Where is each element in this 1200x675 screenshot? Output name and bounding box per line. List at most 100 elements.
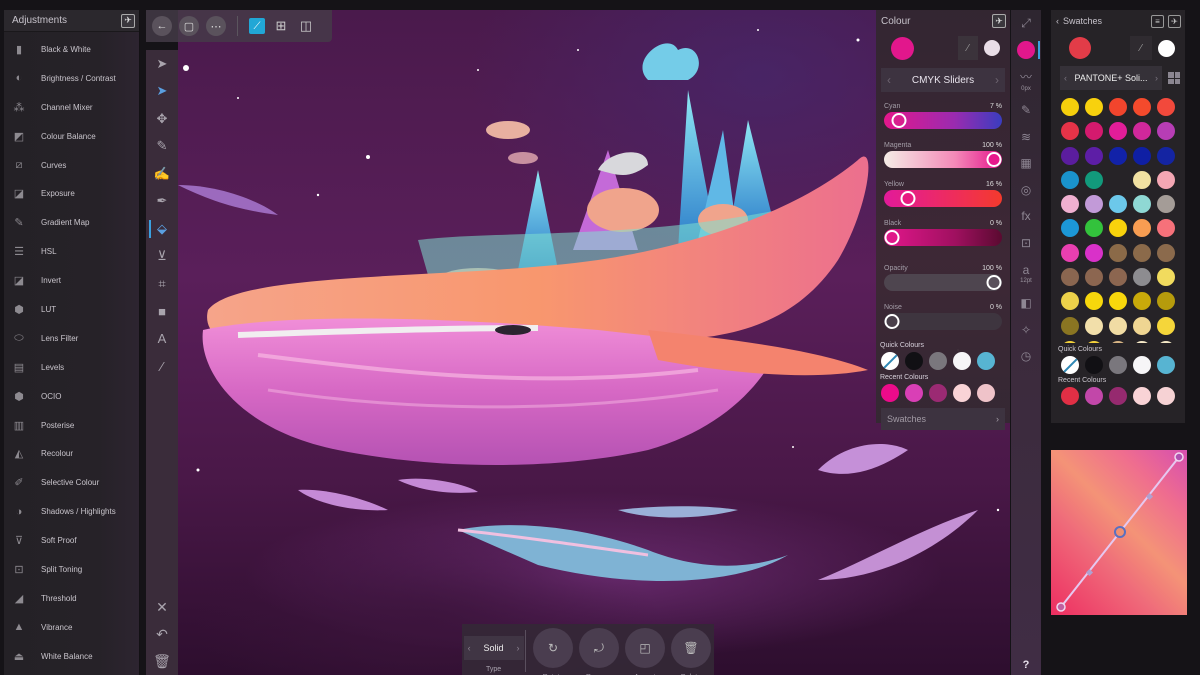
adjustment-item-black-white[interactable]: ▮ Black & White — [4, 35, 139, 64]
studio-colour-button[interactable] — [1011, 37, 1041, 64]
quick-colour-swatch[interactable] — [1085, 356, 1103, 374]
more-button[interactable]: ⋯ — [206, 16, 226, 36]
black-slider-handle[interactable] — [884, 230, 900, 245]
palette-swatch[interactable] — [1157, 98, 1175, 116]
brush-tool[interactable]: ✎ — [146, 133, 178, 161]
palette-swatch[interactable] — [1157, 316, 1175, 335]
studio-effects-button[interactable]: fx — [1011, 203, 1041, 230]
palette-swatch[interactable] — [1133, 98, 1151, 116]
palette-swatch[interactable] — [1085, 243, 1103, 262]
palette-swatch[interactable] — [1133, 268, 1151, 287]
persona-button[interactable]: ⟋ — [249, 18, 265, 34]
studio-layers-button[interactable]: ≋ — [1011, 124, 1041, 151]
gradient-start-handle[interactable] — [1056, 602, 1066, 612]
adjustment-item-gradient-map[interactable]: ✎ Gradient Map — [4, 208, 139, 237]
document-button[interactable]: ▢ — [179, 16, 199, 36]
quick-colour-swatch[interactable] — [953, 352, 971, 370]
palette-swatch[interactable] — [1085, 316, 1103, 335]
close-button[interactable]: ✕ — [146, 594, 178, 621]
node-tool[interactable]: ➤ — [146, 78, 178, 106]
noise-slider[interactable] — [884, 313, 1002, 330]
palette-swatch[interactable] — [1133, 219, 1151, 238]
magenta-slider-handle[interactable] — [986, 152, 1002, 167]
adjustment-item-vibrance[interactable]: ▲ Vibrance — [4, 613, 139, 642]
studio-navigator-button[interactable]: ✧ — [1011, 317, 1041, 344]
adjustment-item-levels[interactable]: ▤ Levels — [4, 353, 139, 382]
palette-swatch[interactable] — [1085, 98, 1103, 116]
chevron-left-icon[interactable]: ‹ — [468, 643, 471, 653]
list-view-button[interactable]: ≡ — [1151, 14, 1164, 28]
transform-tool[interactable]: ✥ — [146, 105, 178, 133]
quick-colour-swatch[interactable] — [1157, 356, 1175, 374]
pin-button[interactable]: ✈ — [992, 14, 1006, 28]
no-colour-swatch[interactable] — [881, 352, 899, 370]
move-tool[interactable]: ➤ — [146, 50, 178, 78]
adjustment-item-lut[interactable]: ⬢ LUT — [4, 295, 139, 324]
gradient-curve-panel[interactable] — [1051, 450, 1187, 615]
adjustment-item-recolour[interactable]: ◭ Recolour — [4, 439, 139, 468]
palette-swatch[interactable] — [1085, 340, 1103, 343]
palette-swatch[interactable] — [1061, 170, 1079, 189]
aspect-circle[interactable]: ◰ — [625, 628, 665, 668]
adjustment-item-white-balance[interactable]: ⏏ White Balance — [4, 642, 139, 671]
opacity-slider-handle[interactable] — [986, 275, 1002, 290]
palette-swatch[interactable] — [1133, 292, 1151, 311]
delete-button[interactable]: 🗑Delete — [668, 628, 714, 675]
black-slider[interactable] — [884, 229, 1002, 246]
palette-swatch[interactable] — [1061, 98, 1079, 116]
studio-brushes-button[interactable]: ✎ — [1011, 97, 1041, 124]
magenta-slider[interactable] — [884, 151, 1002, 168]
recent-colour-swatch[interactable] — [881, 384, 899, 402]
quick-colour-swatch[interactable] — [1109, 356, 1127, 374]
recent-colour-swatch[interactable] — [929, 384, 947, 402]
palette-swatch[interactable] — [1085, 195, 1103, 214]
palette-swatch[interactable] — [1133, 195, 1151, 214]
palette-swatch[interactable] — [1109, 292, 1127, 311]
palette-swatch[interactable] — [1085, 292, 1103, 311]
adjustment-item-selective-colour[interactable]: ✐ Selective Colour — [4, 468, 139, 497]
adjustment-item-split-toning[interactable]: ⊡ Split Toning — [4, 555, 139, 584]
studio-brush-width-button[interactable]: 〰 0px — [1011, 63, 1041, 97]
crop-tool[interactable]: ⌗ — [146, 270, 178, 298]
palette-selector[interactable]: ‹ PANTONE+ Soli... › — [1060, 66, 1162, 90]
palette-swatch[interactable] — [1157, 268, 1175, 287]
recent-colour-swatch[interactable] — [1085, 387, 1103, 405]
palette-swatch[interactable] — [1061, 268, 1079, 287]
colour-mode-selector[interactable]: ‹ CMYK Sliders › — [881, 68, 1005, 92]
gradient-midpoint-handle[interactable] — [1114, 526, 1126, 538]
paint-mixer-tool[interactable]: ✍ — [146, 160, 178, 188]
grid-button[interactable]: ⊞ — [272, 17, 290, 35]
palette-swatch[interactable] — [1157, 146, 1175, 165]
swatches-link[interactable]: Swatches › — [881, 408, 1005, 430]
yellow-slider[interactable] — [884, 190, 1002, 207]
chevron-right-icon[interactable]: › — [1155, 73, 1158, 83]
quick-colour-swatch[interactable] — [905, 352, 923, 370]
adjustment-item-posterise[interactable]: ▥ Posterise — [4, 411, 139, 440]
fill-tool[interactable]: ⬙ — [146, 215, 178, 243]
help-button[interactable]: ? — [1011, 659, 1041, 671]
colour-picker-button[interactable]: ⁄ — [958, 36, 978, 60]
recent-colour-swatch[interactable] — [1061, 387, 1079, 405]
adjustment-item-invert[interactable]: ◪ Invert — [4, 266, 139, 295]
colour-picker-tool[interactable]: ⁄ — [146, 353, 178, 381]
primary-colour-well[interactable] — [1069, 37, 1091, 59]
palette-swatch[interactable] — [1157, 243, 1175, 262]
trash-button[interactable]: 🗑 — [146, 648, 178, 675]
palette-swatch[interactable] — [1085, 219, 1103, 238]
palette-swatch[interactable] — [1061, 243, 1079, 262]
palette-swatch[interactable] — [1109, 122, 1127, 141]
palette-swatch[interactable] — [1109, 171, 1127, 189]
palette-swatch[interactable] — [1133, 170, 1151, 189]
palette-swatch[interactable] — [1085, 146, 1103, 165]
studio-channels-button[interactable]: ▦ — [1011, 150, 1041, 177]
palette-swatch[interactable] — [1109, 195, 1127, 214]
palette-swatch[interactable] — [1157, 219, 1175, 238]
palette-swatch[interactable] — [1109, 146, 1127, 165]
adjustment-item-ocio[interactable]: ⬢ OCIO — [4, 382, 139, 411]
palette-swatch[interactable] — [1133, 316, 1151, 335]
pen-tool[interactable]: ✒ — [146, 188, 178, 216]
secondary-colour-well[interactable] — [984, 40, 1000, 56]
recent-colour-swatch[interactable] — [1157, 387, 1175, 405]
cyan-slider-handle[interactable] — [891, 113, 907, 128]
palette-swatch[interactable] — [1133, 146, 1151, 165]
